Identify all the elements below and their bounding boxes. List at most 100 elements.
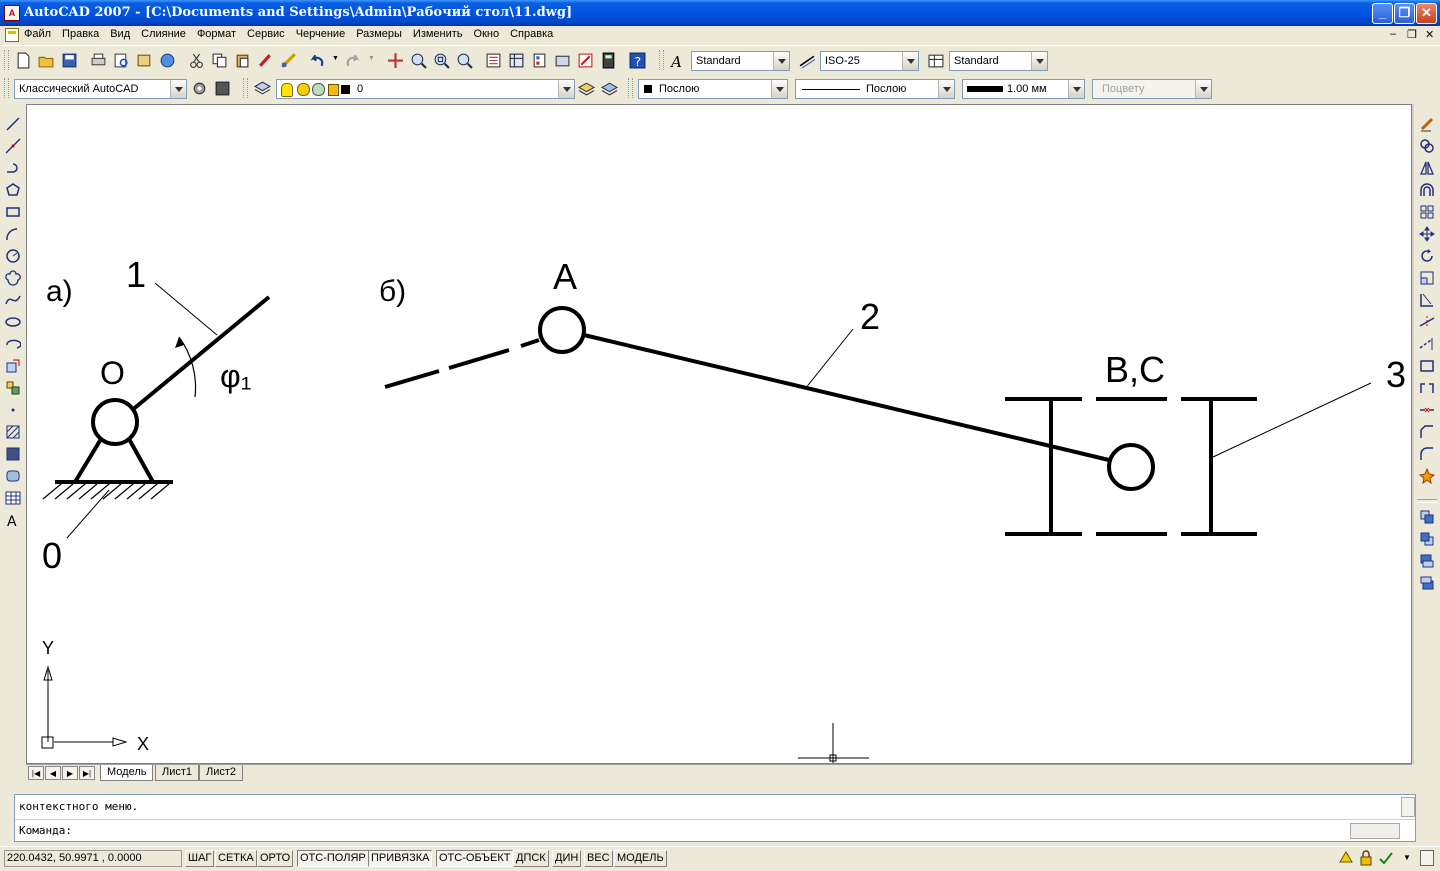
toolbar-grip[interactable] bbox=[243, 78, 248, 98]
ortho-toggle[interactable]: ОРТО bbox=[257, 850, 294, 867]
offset-icon[interactable] bbox=[1419, 182, 1435, 198]
3d-dwf-icon[interactable] bbox=[159, 52, 176, 69]
make-object-layer-current-icon[interactable] bbox=[578, 80, 595, 97]
plot-preview-icon[interactable] bbox=[113, 52, 130, 69]
explode-icon[interactable] bbox=[1419, 468, 1435, 484]
communication-center-icon[interactable] bbox=[1338, 850, 1354, 866]
arc-icon[interactable] bbox=[5, 226, 21, 242]
rectangle-icon[interactable] bbox=[5, 204, 21, 220]
zoom-window-icon[interactable] bbox=[433, 52, 450, 69]
open-file-icon[interactable] bbox=[38, 52, 55, 69]
stretch-icon[interactable] bbox=[1419, 292, 1435, 308]
tab-model[interactable]: Модель bbox=[100, 765, 154, 781]
spline-icon[interactable] bbox=[5, 292, 21, 308]
color-select[interactable]: Послою bbox=[638, 79, 788, 99]
layer-unlock-icon[interactable] bbox=[328, 84, 339, 96]
coordinates-readout[interactable]: 220.0432, 50.9971 , 0.0000 bbox=[4, 850, 182, 867]
minimize-button[interactable]: _ bbox=[1372, 3, 1393, 24]
break-at-point-icon[interactable] bbox=[1419, 358, 1435, 374]
paste-icon[interactable] bbox=[234, 52, 251, 69]
lineweight-select[interactable]: 1.00 мм bbox=[962, 79, 1085, 99]
toolbar-grip[interactable] bbox=[628, 78, 633, 98]
tab-layout2[interactable]: Лист2 bbox=[199, 765, 244, 781]
markup-icon[interactable] bbox=[577, 52, 594, 69]
chevron-down-icon[interactable] bbox=[902, 52, 918, 70]
zoom-realtime-icon[interactable] bbox=[410, 52, 427, 69]
command-window[interactable]: контекстного меню. Команда: bbox=[14, 794, 1416, 842]
workspace-save-icon[interactable] bbox=[214, 80, 231, 97]
support-right-leg[interactable] bbox=[127, 438, 155, 483]
model-toggle[interactable]: МОДЕЛЬ bbox=[614, 850, 667, 867]
last-tab-icon[interactable]: ▶| bbox=[79, 766, 95, 780]
grid-toggle[interactable]: СЕТКА bbox=[215, 850, 257, 867]
insert-block-icon[interactable] bbox=[5, 358, 21, 374]
autocad-app-icon[interactable]: A bbox=[4, 5, 20, 21]
table-style-select[interactable]: Standard bbox=[949, 51, 1048, 71]
polygon-icon[interactable] bbox=[5, 182, 21, 198]
toolbar-grip[interactable] bbox=[659, 50, 664, 70]
support-left-leg[interactable] bbox=[73, 437, 103, 484]
copy-object-icon[interactable] bbox=[1419, 138, 1435, 154]
redo-dropdown-icon[interactable]: ▼ bbox=[368, 55, 375, 62]
otrack-toggle[interactable]: ОТС-ОБЪЕКТ bbox=[436, 850, 514, 867]
scale-icon[interactable] bbox=[1419, 270, 1435, 286]
bring-to-front-icon[interactable] bbox=[1419, 509, 1435, 525]
menu-help[interactable]: Справка bbox=[510, 28, 553, 40]
menu-file[interactable]: Файл bbox=[24, 28, 51, 40]
chevron-down-icon[interactable] bbox=[1031, 52, 1047, 70]
array-icon[interactable] bbox=[1419, 204, 1435, 220]
status-menu-icon[interactable]: ▼ bbox=[1403, 853, 1411, 862]
chevron-down-icon[interactable] bbox=[170, 80, 186, 98]
mirror-icon[interactable] bbox=[1419, 160, 1435, 176]
revision-cloud-icon[interactable] bbox=[5, 270, 21, 286]
circle-icon[interactable] bbox=[5, 248, 21, 264]
next-tab-icon[interactable]: ▶ bbox=[62, 766, 78, 780]
multiline-text-icon[interactable]: A bbox=[5, 512, 21, 528]
polyline-icon[interactable] bbox=[5, 160, 21, 176]
rotate-icon[interactable] bbox=[1419, 248, 1435, 264]
restore-button[interactable]: ❐ bbox=[1394, 3, 1415, 24]
menu-tools[interactable]: Сервис bbox=[247, 28, 285, 40]
properties-icon[interactable] bbox=[485, 52, 502, 69]
cad-standards-icon[interactable] bbox=[1378, 850, 1394, 866]
doc-minimize-icon[interactable]: – bbox=[1390, 28, 1396, 40]
crank-dash-2[interactable] bbox=[448, 348, 510, 370]
print-icon[interactable] bbox=[90, 52, 107, 69]
joint-bc-circle[interactable] bbox=[1107, 443, 1155, 491]
clean-screen-icon[interactable] bbox=[1420, 850, 1434, 866]
toolbar-grip[interactable] bbox=[4, 50, 9, 70]
first-tab-icon[interactable]: |◀ bbox=[28, 766, 44, 780]
sheet-set-icon[interactable] bbox=[554, 52, 571, 69]
menu-draw[interactable]: Черчение bbox=[296, 28, 346, 40]
point-icon[interactable] bbox=[5, 402, 21, 418]
ducs-toggle[interactable]: ДПСК bbox=[513, 850, 549, 867]
dimension-style-select[interactable]: ISO-25 bbox=[820, 51, 919, 71]
drawing-canvas[interactable]: а) 1 O φ₁ 0 б) A 2 B,C 3 Y X bbox=[26, 104, 1412, 764]
lock-icon[interactable] bbox=[1358, 850, 1374, 866]
command-prompt[interactable]: Команда: bbox=[19, 824, 72, 837]
menu-format[interactable]: Формат bbox=[197, 28, 236, 40]
publish-icon[interactable] bbox=[136, 52, 153, 69]
region-icon[interactable] bbox=[5, 468, 21, 484]
chamfer-icon[interactable] bbox=[1419, 424, 1435, 440]
calculator-icon[interactable] bbox=[600, 52, 617, 69]
layer-properties-icon[interactable] bbox=[254, 80, 271, 97]
workspace-settings-icon[interactable] bbox=[191, 80, 208, 97]
chevron-down-icon[interactable] bbox=[1068, 80, 1084, 98]
crank-dash-3[interactable] bbox=[520, 338, 540, 348]
design-center-icon[interactable] bbox=[508, 52, 525, 69]
new-file-icon[interactable] bbox=[15, 52, 32, 69]
menu-edit[interactable]: Правка bbox=[62, 28, 99, 40]
text-style-select[interactable]: Standard bbox=[691, 51, 790, 71]
ellipse-icon[interactable] bbox=[5, 314, 21, 330]
osnap-toggle[interactable]: ПРИВЯЗКА bbox=[368, 850, 433, 867]
text-style-icon[interactable]: A bbox=[670, 52, 687, 69]
dyn-toggle[interactable]: ДИН bbox=[552, 850, 582, 867]
move-icon[interactable] bbox=[1419, 226, 1435, 242]
doc-close-icon[interactable]: ✕ bbox=[1425, 28, 1434, 41]
gradient-icon[interactable] bbox=[5, 446, 21, 462]
erase-icon[interactable] bbox=[1419, 116, 1435, 132]
chevron-down-icon[interactable] bbox=[773, 52, 789, 70]
ellipse-arc-icon[interactable] bbox=[5, 336, 21, 352]
layer-previous-icon[interactable] bbox=[601, 80, 618, 97]
